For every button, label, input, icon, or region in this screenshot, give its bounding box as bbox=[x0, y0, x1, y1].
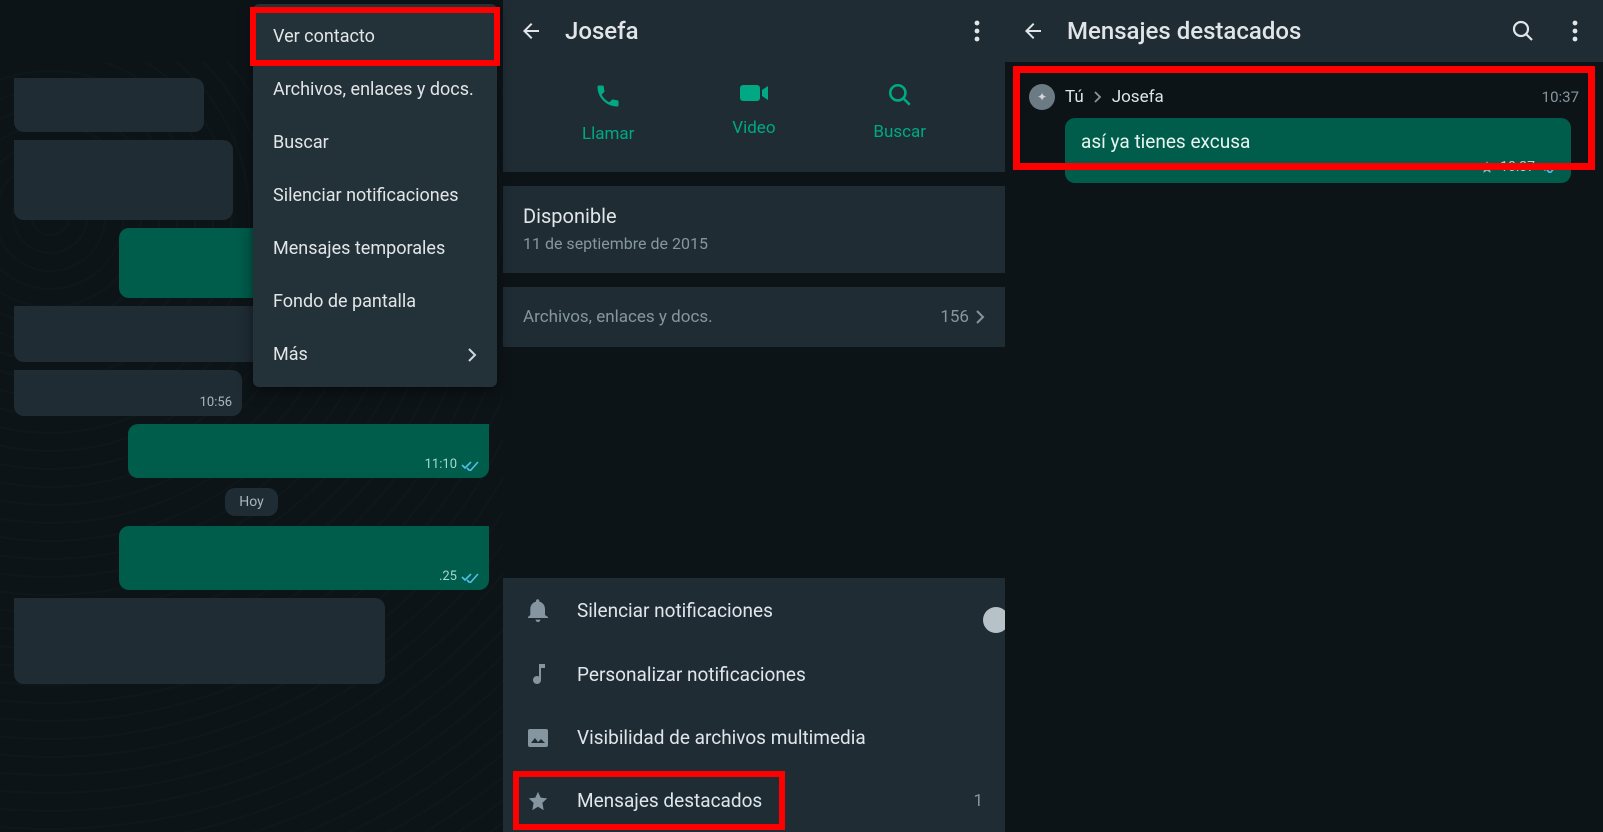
chevron-right-icon bbox=[467, 348, 477, 362]
section-gap bbox=[503, 172, 1005, 186]
status-text: Disponible bbox=[523, 204, 985, 228]
outgoing-bubble[interactable]: 11:10 bbox=[128, 424, 489, 478]
image-icon bbox=[525, 728, 551, 748]
more-icon[interactable] bbox=[965, 19, 989, 43]
starred-bubble[interactable]: así ya tienes excusa 10:37 bbox=[1065, 118, 1571, 183]
contact-topbar: Josefa bbox=[503, 0, 1005, 62]
menu-view-contact[interactable]: Ver contacto bbox=[253, 10, 497, 63]
call-button[interactable]: Llamar bbox=[582, 82, 634, 144]
section-gap bbox=[503, 273, 1005, 287]
incoming-bubble[interactable] bbox=[14, 140, 233, 220]
incoming-bubble[interactable] bbox=[14, 78, 204, 132]
settings-list: Silenciar notificaciones Personalizar no… bbox=[503, 578, 1005, 832]
incoming-bubble[interactable] bbox=[14, 598, 385, 684]
read-ticks-icon bbox=[1541, 161, 1559, 173]
starred-title: Mensajes destacados bbox=[1067, 17, 1301, 45]
spacer bbox=[503, 347, 1005, 578]
chat-options-menu: Ver contacto Archivos, enlaces y docs. B… bbox=[253, 4, 497, 387]
media-links-row[interactable]: Archivos, enlaces y docs. 156 bbox=[503, 287, 1005, 347]
status-block[interactable]: Disponible 11 de septiembre de 2015 bbox=[503, 186, 1005, 273]
avatar: ✦ bbox=[1029, 84, 1055, 110]
chevron-right-icon bbox=[1094, 91, 1102, 103]
contact-info-panel: Josefa Llamar Video Buscar Disponible 11… bbox=[503, 0, 1005, 832]
menu-media[interactable]: Archivos, enlaces y docs. bbox=[253, 63, 497, 116]
menu-search[interactable]: Buscar bbox=[253, 116, 497, 169]
back-icon[interactable] bbox=[1021, 19, 1045, 43]
contact-actions-bar: Llamar Video Buscar bbox=[503, 62, 1005, 172]
star-icon bbox=[1480, 160, 1494, 174]
video-button[interactable]: Video bbox=[732, 82, 775, 144]
music-note-icon bbox=[525, 662, 551, 686]
message-time: 11:10 bbox=[425, 457, 479, 472]
contact-title: Josefa bbox=[565, 17, 639, 45]
starred-bubble-meta: 10:37 bbox=[1480, 159, 1559, 175]
more-icon[interactable] bbox=[1563, 19, 1587, 43]
chevron-right-icon bbox=[975, 310, 985, 324]
search-icon[interactable] bbox=[1511, 19, 1535, 43]
row-mute[interactable]: Silenciar notificaciones bbox=[503, 578, 1005, 642]
recipient-label: Josefa bbox=[1112, 87, 1164, 107]
video-icon bbox=[739, 82, 769, 104]
message-time: 10:56 bbox=[200, 395, 232, 410]
menu-more[interactable]: Más bbox=[253, 328, 497, 381]
sender-label: Tú bbox=[1065, 87, 1084, 107]
starred-header-time: 10:37 bbox=[1542, 88, 1579, 106]
incoming-bubble[interactable]: 10:56 bbox=[14, 370, 242, 416]
starred-message-text: así ya tienes excusa bbox=[1081, 130, 1250, 153]
chat-panel: Josefa 10:56 11:10 Hoy .25 bbox=[0, 0, 503, 832]
day-divider: Hoy bbox=[225, 488, 278, 516]
starred-count: 1 bbox=[973, 791, 983, 811]
star-icon bbox=[525, 790, 551, 812]
read-ticks-icon bbox=[461, 459, 479, 471]
media-count: 156 bbox=[940, 307, 985, 327]
starred-card-header: ✦ Tú Josefa 10:37 bbox=[1017, 74, 1591, 114]
search-icon bbox=[887, 82, 913, 108]
starred-topbar: Mensajes destacados bbox=[1005, 0, 1603, 62]
phone-icon bbox=[594, 82, 622, 110]
back-icon[interactable] bbox=[519, 19, 543, 43]
starred-panel: Mensajes destacados ✦ Tú Josefa 10:37 as… bbox=[1005, 0, 1603, 832]
read-ticks-icon bbox=[461, 571, 479, 583]
starred-message-card[interactable]: ✦ Tú Josefa 10:37 así ya tienes excusa 1… bbox=[1017, 74, 1591, 183]
status-date: 11 de septiembre de 2015 bbox=[523, 234, 985, 253]
row-media-visibility[interactable]: Visibilidad de archivos multimedia bbox=[503, 706, 1005, 769]
menu-wallpaper[interactable]: Fondo de pantalla bbox=[253, 275, 497, 328]
row-custom-notif[interactable]: Personalizar notificaciones bbox=[503, 642, 1005, 706]
menu-mute[interactable]: Silenciar notificaciones bbox=[253, 169, 497, 222]
message-time: .25 bbox=[439, 569, 479, 584]
bell-icon bbox=[525, 598, 551, 622]
outgoing-bubble[interactable]: .25 bbox=[119, 526, 490, 590]
menu-disappearing[interactable]: Mensajes temporales bbox=[253, 222, 497, 275]
search-button[interactable]: Buscar bbox=[873, 82, 926, 144]
row-starred-messages[interactable]: Mensajes destacados 1 bbox=[503, 769, 1005, 832]
